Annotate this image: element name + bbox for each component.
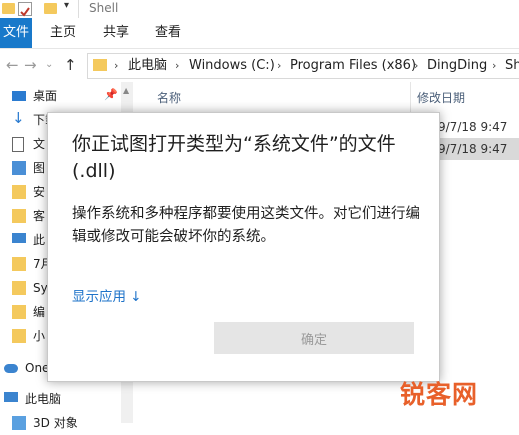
cube-icon <box>12 416 26 430</box>
ribbon: 文件 主页 共享 查看 <box>0 18 519 49</box>
nav-item-3d-objects[interactable]: 3D 对象 <box>0 411 121 435</box>
folder-icon <box>12 209 26 223</box>
watermark-logo: 锐客网 <box>400 380 479 409</box>
tab-file[interactable]: 文件 <box>0 18 32 48</box>
folder-icon <box>12 257 26 271</box>
folder-icon <box>12 305 26 319</box>
dialog-message: 操作系统和多种程序都要使用这类文件。对它们进行编辑或修改可能会破坏你的系统。 <box>72 206 420 245</box>
document-icon <box>12 137 24 152</box>
folder-icon[interactable] <box>2 1 16 15</box>
nav-item-this-pc-root[interactable]: 此电脑 <box>0 387 121 411</box>
tab-view[interactable]: 查看 <box>155 18 181 48</box>
picture-icon <box>12 161 26 175</box>
window-title: Shell <box>89 1 119 15</box>
open-with-dialog: 你正试图打开类型为“系统文件”的文件(.dll) 操作系统和多种程序都要使用这类… <box>47 112 440 382</box>
show-apps-link[interactable]: 显示应用 ↓ <box>72 285 142 305</box>
dropdown-icon[interactable]: ▾ <box>64 0 78 14</box>
address-input[interactable]: › 此电脑 › Windows (C:) › Program Files (x8… <box>87 53 519 79</box>
folder-icon <box>12 281 26 295</box>
tab-share[interactable]: 共享 <box>103 18 129 48</box>
dialog-title: 你正试图打开类型为“系统文件”的文件(.dll) <box>72 133 396 182</box>
address-bar: ← → ⌄ ↑ › 此电脑 › Windows (C:) › Program F… <box>0 50 519 80</box>
file-date: 9/7/18 9:47 <box>438 142 508 156</box>
download-icon: ↓ <box>12 109 25 127</box>
breadcrumb-program-files[interactable]: Program Files (x86) <box>290 54 416 78</box>
computer-icon <box>12 233 26 243</box>
desktop-icon <box>12 91 26 101</box>
breadcrumb-dingding[interactable]: DingDing <box>427 54 487 78</box>
scroll-up-icon[interactable]: ▲ <box>123 86 129 95</box>
up-icon[interactable]: ↑ <box>64 56 77 74</box>
checkbox-icon[interactable] <box>18 2 32 17</box>
ok-button[interactable]: 确定 <box>214 322 414 354</box>
folder-icon[interactable] <box>44 1 58 15</box>
folder-icon <box>12 185 26 199</box>
back-icon[interactable]: ← <box>6 56 19 74</box>
pin-icon[interactable]: 📌 <box>104 88 118 101</box>
nav-item-desktop[interactable]: 桌面 📌 <box>0 84 121 108</box>
breadcrumb-windows-c[interactable]: Windows (C:) <box>189 54 275 78</box>
cloud-icon <box>4 364 18 373</box>
title-bar: ▾ Shell <box>0 0 519 18</box>
column-header-date[interactable]: 修改日期 <box>417 82 465 114</box>
breadcrumb-this-pc[interactable]: 此电脑 <box>128 54 167 78</box>
computer-icon <box>4 392 18 402</box>
column-divider[interactable] <box>410 82 411 114</box>
tab-home[interactable]: 主页 <box>50 18 76 48</box>
breadcrumb-shell[interactable]: Sh <box>505 54 519 78</box>
recent-dropdown-icon[interactable]: ⌄ <box>45 59 53 70</box>
folder-icon <box>93 59 107 71</box>
file-date: 9/7/18 9:47 <box>438 120 508 134</box>
folder-icon <box>12 329 26 343</box>
column-header-name[interactable]: 名称 <box>157 82 181 114</box>
forward-icon[interactable]: → <box>24 56 37 74</box>
